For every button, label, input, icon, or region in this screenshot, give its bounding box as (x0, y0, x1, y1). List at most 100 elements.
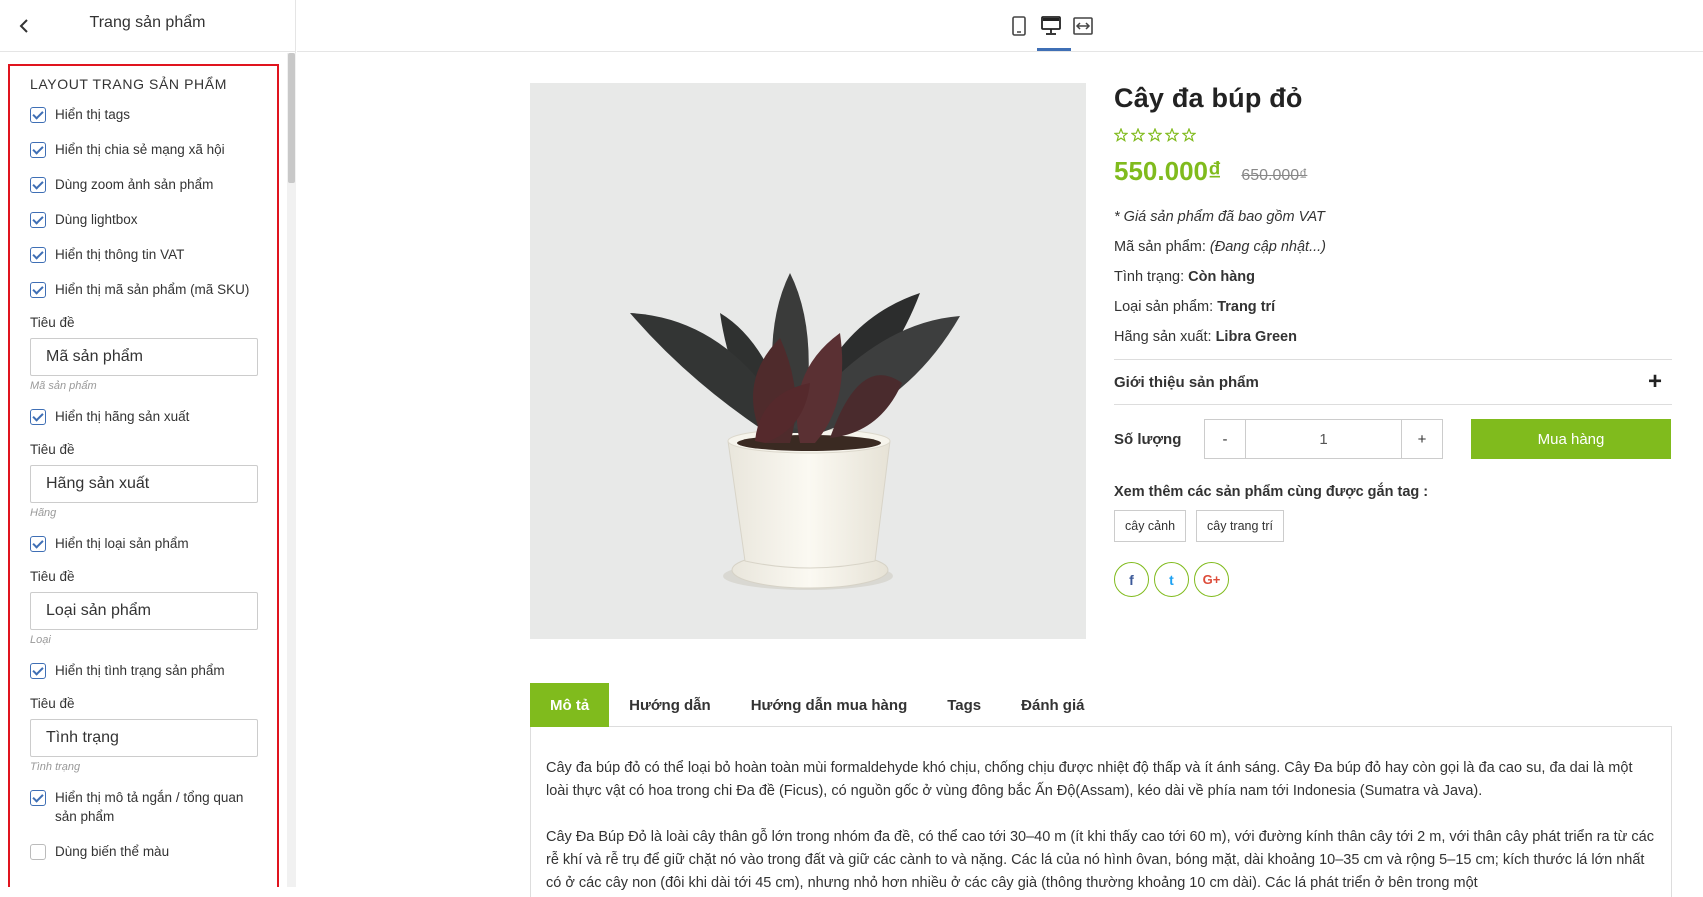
desktop-icon (1041, 16, 1061, 35)
star-outline-icon[interactable] (1114, 128, 1128, 142)
option-label: Hiển thị tags (55, 107, 131, 122)
vendor-row: Hãng sản xuất: Libra Green (1114, 329, 1672, 345)
quantity-stepper: - 1 + (1204, 419, 1443, 459)
quantity-input[interactable]: 1 (1245, 420, 1402, 458)
description-panel: Cây đa búp đỏ có thể loại bỏ hoàn toàn m… (530, 727, 1672, 897)
vendor-title-input[interactable] (30, 465, 258, 503)
option-zoom[interactable]: Dùng zoom ảnh sản phẩm (30, 177, 259, 194)
twitter-icon[interactable]: t (1154, 562, 1189, 597)
vendor-value[interactable]: Libra Green (1216, 329, 1297, 345)
checkbox-checked[interactable] (30, 142, 46, 158)
plant-pot-illustration (530, 83, 1086, 639)
vat-note: * Giá sản phẩm đã bao gồm VAT (1114, 209, 1325, 225)
sidebar-header: Trang sản phẩm (0, 0, 295, 52)
product-tabs: Mô tả Hướng dẫn Hướng dẫn mua hàng Tags … (530, 683, 1672, 727)
option-lightbox[interactable]: Dùng lightbox (30, 212, 259, 229)
option-summary[interactable]: Hiển thị mô tả ngắn / tổng quan sản phẩm (30, 790, 259, 826)
option-label: Dùng lightbox (55, 212, 138, 227)
option-label: Hiển thị hãng sản xuất (55, 409, 190, 424)
option-type[interactable]: Hiển thị loại sản phẩm (30, 536, 259, 553)
quantity-decrease-button[interactable]: - (1205, 420, 1245, 458)
sidebar-scrollbar[interactable] (287, 53, 296, 887)
field-label: Tiêu đề (30, 696, 75, 711)
tab-guide[interactable]: Hướng dẫn (609, 683, 731, 727)
desktop-view-button[interactable] (1036, 12, 1066, 40)
sidebar-scroll-thumb[interactable] (288, 53, 295, 183)
quantity-increase-button[interactable]: + (1402, 420, 1442, 458)
intro-label: Giới thiệu sản phẩm (1114, 373, 1259, 391)
option-label: Hiển thị mô tả ngắn / tổng quan sản phẩm (55, 790, 244, 824)
option-show-tags[interactable]: Hiển thị tags (30, 107, 259, 124)
checkbox-checked[interactable] (30, 663, 46, 679)
sku-row: Mã sản phẩm: (Đang cập nhật...) (1114, 239, 1672, 255)
active-view-indicator (1037, 48, 1071, 51)
section-title: LAYOUT TRANG SẢN PHẨM (30, 76, 227, 92)
product-title: Cây đa búp đỏ (1114, 83, 1303, 113)
checkbox-checked[interactable] (30, 107, 46, 123)
vendor-label: Hãng sản xuất: (1114, 329, 1212, 345)
option-vendor[interactable]: Hiển thị hãng sản xuất (30, 409, 259, 426)
checkbox-checked[interactable] (30, 212, 46, 228)
checkbox-checked[interactable] (30, 409, 46, 425)
option-color-variant[interactable]: Dùng biến thể màu (30, 844, 259, 861)
field-hint: Loại (30, 634, 51, 646)
option-vat[interactable]: Hiển thị thông tin VAT (30, 247, 259, 264)
buy-button[interactable]: Mua hàng (1471, 419, 1671, 459)
tab-reviews[interactable]: Đánh giá (1001, 683, 1104, 727)
plus-icon[interactable]: + (1648, 368, 1672, 396)
type-title-input[interactable] (30, 592, 258, 630)
option-label: Hiển thị tình trạng sản phẩm (55, 663, 225, 678)
option-label: Dùng zoom ảnh sản phẩm (55, 177, 214, 192)
checkbox-checked[interactable] (30, 282, 46, 298)
tag-item[interactable]: cây trang trí (1196, 510, 1285, 542)
option-label: Hiển thị thông tin VAT (55, 247, 185, 262)
star-outline-icon[interactable] (1165, 128, 1179, 142)
intro-accordion[interactable]: Giới thiệu sản phẩm + (1114, 359, 1672, 405)
description-paragraph: Cây Đa Búp Đỏ là loài cây thân gỗ lớn tr… (546, 829, 1654, 891)
sku-title-input[interactable] (30, 338, 258, 376)
star-outline-icon[interactable] (1131, 128, 1145, 142)
device-toolbar (297, 0, 1703, 52)
tab-description[interactable]: Mô tả (530, 683, 610, 727)
product-image[interactable] (530, 83, 1086, 639)
option-label: Hiển thị chia sẻ mạng xã hội (55, 142, 225, 157)
description-paragraph: Cây đa búp đỏ có thể loại bỏ hoàn toàn m… (546, 760, 1633, 799)
type-value[interactable]: Trang trí (1217, 299, 1275, 315)
option-show-share[interactable]: Hiển thị chia sẻ mạng xã hội (30, 142, 259, 159)
checkbox-unchecked[interactable] (30, 844, 46, 860)
sidebar-title: Trang sản phẩm (89, 14, 206, 31)
option-sku[interactable]: Hiển thị mã sản phẩm (mã SKU) (30, 282, 259, 299)
mobile-icon (1012, 16, 1026, 36)
star-outline-icon[interactable] (1182, 128, 1196, 142)
type-row: Loại sản phẩm: Trang trí (1114, 299, 1672, 315)
quantity-label: Số lượng (1114, 430, 1182, 448)
checkbox-checked[interactable] (30, 247, 46, 263)
mobile-view-button[interactable] (1004, 12, 1034, 40)
status-value: Còn hàng (1188, 269, 1256, 285)
checkbox-checked[interactable] (30, 536, 46, 552)
star-outline-icon[interactable] (1148, 128, 1162, 142)
sku-value: (Đang cập nhật...) (1209, 239, 1326, 255)
tag-item[interactable]: cây cảnh (1114, 510, 1187, 542)
field-hint: Hãng (30, 507, 57, 519)
rating-stars[interactable] (1114, 128, 1672, 142)
tab-buying-guide[interactable]: Hướng dẫn mua hàng (731, 683, 928, 727)
option-label: Hiển thị mã sản phẩm (mã SKU) (55, 282, 250, 297)
checkbox-checked[interactable] (30, 790, 46, 806)
fullwidth-view-button[interactable] (1068, 12, 1098, 40)
status-title-input[interactable] (30, 719, 258, 757)
price-row: 550.000₫ 650.000₫ (1114, 156, 1672, 187)
social-share: f t G+ (1114, 562, 1672, 597)
option-status[interactable]: Hiển thị tình trạng sản phẩm (30, 663, 259, 680)
google-plus-icon[interactable]: G+ (1194, 562, 1229, 597)
field-label: Tiêu đề (30, 442, 75, 457)
checkbox-checked[interactable] (30, 177, 46, 193)
type-label: Loại sản phẩm: (1114, 299, 1214, 315)
tab-tags[interactable]: Tags (927, 683, 1001, 727)
facebook-icon[interactable]: f (1114, 562, 1149, 597)
field-label: Tiêu đề (30, 315, 75, 330)
option-label: Hiển thị loại sản phẩm (55, 536, 189, 551)
product-info: Cây đa búp đỏ 550.000₫ 650.000₫ * Giá sả… (1114, 83, 1672, 597)
settings-sidebar: Trang sản phẩm LAYOUT TRANG SẢN PHẨM Hiể… (0, 0, 296, 887)
price: 550.000₫ (1114, 156, 1222, 186)
